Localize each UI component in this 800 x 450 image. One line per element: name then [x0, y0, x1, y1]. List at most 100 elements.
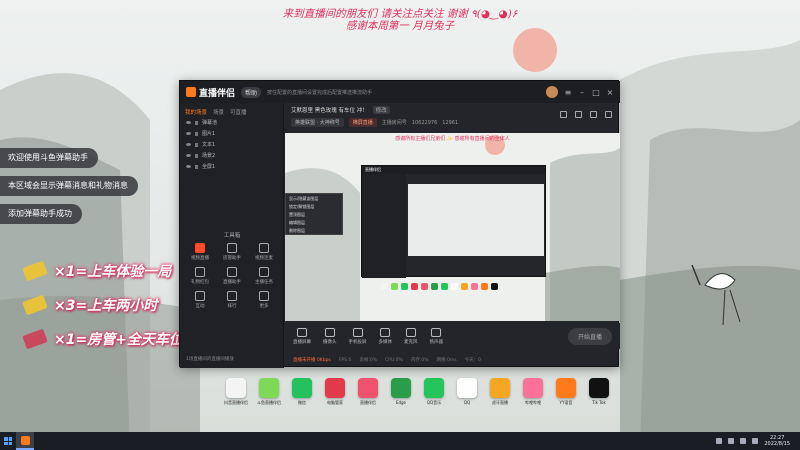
eye-icon[interactable] — [186, 143, 191, 146]
cpu-status: CPU:0% — [385, 357, 403, 363]
menu-icon[interactable]: ≡ — [564, 88, 572, 97]
notification-icon[interactable] — [605, 111, 612, 118]
tool-interact[interactable]: 互动 — [184, 291, 216, 309]
tool-more[interactable]: 更多 — [248, 291, 280, 309]
desktop-shortcut[interactable]: 直播伴侣 — [355, 378, 381, 405]
nested-app-icon — [441, 283, 448, 290]
scene-tabs: 我的场景 场景 可直播 — [180, 103, 283, 117]
tool-video-live[interactable]: 视频直播 — [184, 243, 216, 261]
screen-capture-button[interactable]: 直播屏幕 — [293, 327, 311, 345]
tool-live-helper[interactable]: 直播助手 — [216, 267, 248, 285]
live-assistant-window[interactable]: 直播伴侣 帮助 按住配置的直播间设置完成后配置推送推流助手 ≡ – □ × 我的… — [179, 80, 620, 368]
menu-item[interactable]: 锁定/解锁图层 — [286, 202, 342, 210]
lock-icon[interactable] — [195, 153, 198, 158]
speaker-button[interactable]: 扬声器 — [430, 327, 443, 345]
gift-rule: ×1=上车体验一局 — [22, 259, 171, 283]
stats-icon[interactable] — [590, 111, 597, 118]
settings-icon[interactable] — [575, 111, 582, 118]
tray-icon[interactable] — [716, 438, 723, 444]
menu-item[interactable]: 显示/隐藏该图层 — [286, 194, 342, 202]
lock-icon[interactable] — [195, 120, 198, 125]
network-icon[interactable] — [740, 438, 747, 444]
layer-item[interactable]: 场景2 — [180, 150, 283, 161]
tab-scenes[interactable]: 场景 — [213, 108, 224, 117]
bottom-tip[interactable]: 1场直播间的直播间播放 — [186, 356, 234, 362]
gift-rule: ×3=上车两小时 — [22, 293, 157, 317]
desktop-shortcut[interactable]: QQ音乐 — [421, 378, 447, 405]
today-status: 今天：0 — [464, 358, 481, 363]
tool-streamer-tasks[interactable]: 主播任务 — [248, 267, 280, 285]
shortcut-label: 电脑管家 — [327, 400, 343, 405]
system-tray: 22:27 2022/8/15 — [716, 435, 800, 447]
desktop-shortcut[interactable]: 抖音直播伴侣 — [223, 378, 249, 405]
user-avatar[interactable] — [546, 86, 558, 98]
close-icon[interactable]: × — [606, 88, 614, 97]
layer-item[interactable]: 图片1 — [180, 128, 283, 139]
eye-icon[interactable] — [186, 154, 191, 157]
lock-icon[interactable] — [195, 164, 198, 169]
microphone-button[interactable]: 麦克风 — [404, 327, 418, 345]
stream-title[interactable]: 艾默恩里 黑色玫瑰 有车位 冲！ — [291, 106, 368, 114]
chat-icon — [195, 291, 205, 301]
help-badge[interactable]: 帮助 — [241, 86, 262, 98]
qq-icon — [457, 378, 477, 398]
menu-item[interactable]: 删除图层 — [286, 226, 342, 234]
chat-message: 欢迎使用斗鱼弹幕助手 — [0, 148, 98, 168]
window-titlebar[interactable]: 直播伴侣 帮助 按住配置的直播间设置完成后配置推送推流助手 ≡ – □ × — [180, 81, 620, 103]
camera-button[interactable]: 摄像头 — [323, 327, 337, 345]
maximize-icon[interactable]: □ — [592, 88, 600, 97]
eye-icon[interactable] — [186, 132, 191, 135]
titlebar-notice[interactable]: 按住配置的直播间设置完成后配置推送推流助手 — [267, 89, 372, 96]
desktop-shortcut[interactable]: Edge — [388, 378, 414, 405]
edit-title-button[interactable]: 修改 — [372, 106, 390, 114]
layer-item[interactable]: 全屏1 — [180, 161, 283, 172]
layer-item[interactable]: 文本1 — [180, 139, 283, 150]
tab-my-scenes[interactable]: 我的场景 — [185, 108, 207, 117]
volume-icon[interactable] — [752, 438, 759, 444]
menu-item[interactable]: 编辑图层 — [286, 218, 342, 226]
tool-gift-envelope[interactable]: 礼物红包 — [184, 267, 216, 285]
taskbar-clock[interactable]: 22:27 2022/8/15 — [764, 435, 790, 447]
minimize-icon[interactable]: – — [578, 88, 586, 97]
menu-item[interactable]: 置顶图层 — [286, 210, 342, 218]
share-icon[interactable] — [560, 111, 567, 118]
start-live-button[interactable]: 开始直播 — [567, 327, 612, 345]
toolbox-title: 工具箱 — [223, 233, 241, 239]
desktop-shortcut[interactable]: Tik Tok — [586, 378, 612, 405]
tab-available[interactable]: 可直播 — [230, 108, 247, 117]
layer-label: 文本1 — [202, 142, 216, 148]
control-label: 多媒体 — [378, 339, 393, 345]
desktop-icons: 抖音直播伴侣 斗鱼直播伴侣 微信 电脑管家 直播伴侣 Edge QQ音乐 QQ … — [223, 378, 612, 405]
tool-video-link[interactable]: 视频连麦 — [248, 243, 280, 261]
eye-icon[interactable] — [186, 121, 191, 124]
music-icon — [424, 378, 444, 398]
layer-item[interactable]: 弹幕池 — [180, 117, 283, 128]
gold-bar-icon — [22, 294, 48, 316]
tray-icon[interactable] — [728, 438, 735, 444]
desktop-shortcut[interactable]: 电脑管家 — [322, 378, 348, 405]
gift-rule: ×1=房管+全天车位 — [22, 327, 183, 351]
desktop-shortcut[interactable]: QQ — [454, 378, 480, 405]
start-button[interactable] — [0, 432, 16, 450]
nested-title: 直播伴侣 — [362, 166, 545, 174]
desktop-shortcut[interactable]: 微信 — [289, 378, 315, 405]
user-icon — [227, 243, 237, 253]
chat-message: 本区域会显示弹幕消息和礼物消息 — [0, 176, 138, 196]
category-selector[interactable]: 英雄联盟 · 大神称号 — [291, 118, 344, 127]
desktop-shortcut[interactable]: 哔哩哔哩 — [520, 378, 546, 405]
shortcut-label: 虎牙直播 — [492, 400, 508, 405]
tool-room-admin[interactable]: 房管助手 — [216, 243, 248, 261]
monitor-icon — [297, 327, 307, 337]
lock-icon[interactable] — [195, 131, 198, 136]
speaker-icon — [431, 327, 442, 337]
lock-icon[interactable] — [195, 142, 198, 147]
eye-icon[interactable] — [186, 165, 191, 168]
tool-ranking[interactable]: 排行 — [216, 291, 248, 309]
mode-selector[interactable]: 横屏直播 — [348, 118, 377, 127]
taskbar-live-assistant[interactable] — [16, 432, 34, 450]
desktop-shortcut[interactable]: 斗鱼直播伴侣 — [256, 378, 282, 405]
phone-cast-button[interactable]: 手机投屏 — [349, 327, 367, 345]
desktop-shortcut[interactable]: YY语音 — [553, 378, 579, 405]
media-button[interactable]: 多媒体 — [378, 327, 393, 345]
desktop-shortcut[interactable]: 虎牙直播 — [487, 378, 513, 405]
